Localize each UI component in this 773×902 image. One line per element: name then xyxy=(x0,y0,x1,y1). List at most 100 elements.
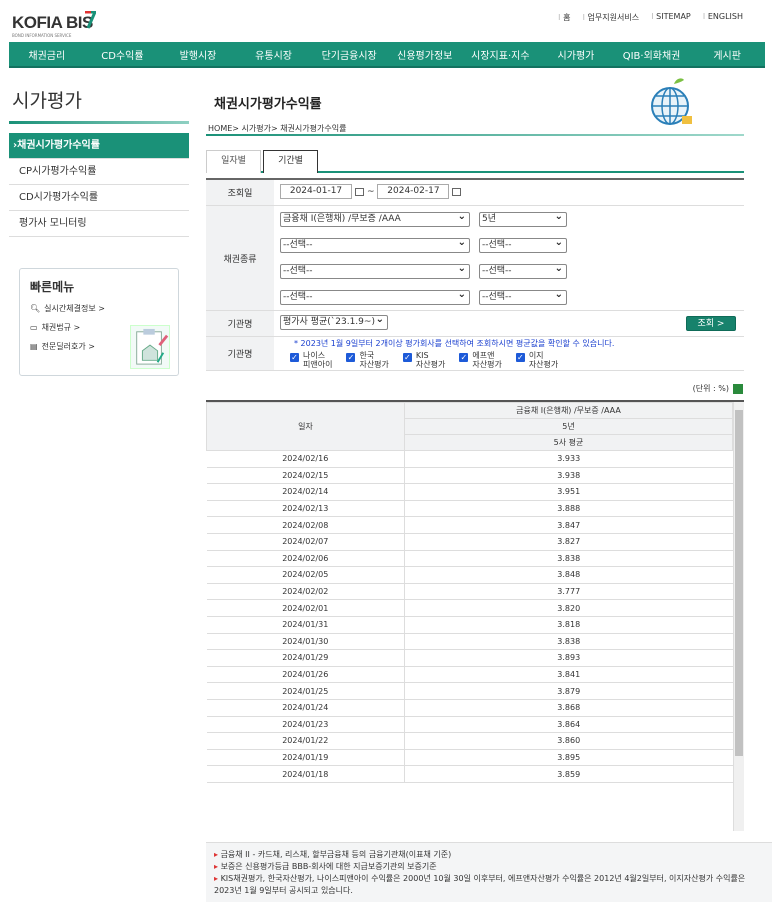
agency-name-line2: 자산평가 xyxy=(415,360,446,369)
yield-table-container: 일자 금융채 I(은행채) /무보증 /AAA 5년 5사 평균 2024/02… xyxy=(206,400,744,831)
agency-label: 기관명 xyxy=(206,311,274,336)
term-select[interactable]: --선택-- xyxy=(479,288,567,305)
tab-period[interactable]: 기간별 xyxy=(263,150,318,173)
quick-menu-title: 빠른메뉴 xyxy=(30,280,75,294)
checkbox-fn[interactable]: ✓ 에프앤 자산평가 xyxy=(459,351,502,369)
gnb-item[interactable]: 유통시장 xyxy=(236,47,312,62)
utility-links: 홈 업무지원서비스 SITEMAP ENGLISH xyxy=(558,12,743,23)
bond-type-select[interactable]: 금융채 I(은행채) /무보증 /AAA xyxy=(280,210,470,227)
search-button[interactable]: 조회 > xyxy=(686,316,736,331)
quick-menu: 빠른메뉴 🔍︎ 실시간체결정보 > ▭ 채권법규 > ▤ 전문딜러호가 > xyxy=(19,268,179,376)
cell-date: 2024/01/19 xyxy=(206,749,405,767)
table-row: 2024/01/18 3.859 xyxy=(206,765,733,783)
bond-type-select[interactable]: --선택-- xyxy=(280,288,470,305)
clipboard-illustration-icon xyxy=(130,325,170,369)
quick-link-label: 전문딜러호가 > xyxy=(41,342,95,351)
globe-icon xyxy=(651,78,692,125)
table-scrollbar[interactable] xyxy=(733,402,744,831)
util-link-support[interactable]: 업무지원서비스 xyxy=(582,12,640,23)
gnb-item[interactable]: QIB·외화채권 xyxy=(614,47,690,62)
search-form: 조회일 2024-01-17 ~ 2024-02-17 채권종류 금융채 I(은행… xyxy=(206,178,744,371)
table-row: 2024/02/02 3.777 xyxy=(206,583,733,601)
sidebar-item-bond-yield[interactable]: ›채권시가평가수익률 xyxy=(9,133,189,159)
cell-yield: 3.864 xyxy=(404,716,733,734)
table-row: 2024/02/06 3.838 xyxy=(206,550,733,568)
cell-yield: 3.841 xyxy=(404,666,733,684)
cell-date: 2024/01/25 xyxy=(206,682,405,700)
gnb-item[interactable]: 게시판 xyxy=(689,47,765,62)
gnb-item[interactable]: 시장지표·지수 xyxy=(463,47,539,62)
bond-type-select[interactable]: --선택-- xyxy=(280,236,470,253)
table-row: 2024/01/24 3.868 xyxy=(206,699,733,717)
sidebar-item-monitoring[interactable]: 평가사 모니터링 xyxy=(9,211,189,237)
checkbox-checked-icon: ✓ xyxy=(346,353,356,362)
cell-yield: 3.859 xyxy=(404,765,733,783)
agency-select-cell: 평가사 평균(`23.1.9~) 조회 > xyxy=(274,311,744,336)
gnb-item[interactable]: 채권금리 xyxy=(9,47,85,62)
cell-date: 2024/02/01 xyxy=(206,599,405,617)
gnb-item[interactable]: 신용평가정보 xyxy=(387,47,463,62)
scrollbar-thumb[interactable] xyxy=(735,410,743,756)
unit-text: (단위 : %) xyxy=(692,384,729,393)
cell-yield: 3.820 xyxy=(404,599,733,617)
cell-date: 2024/01/30 xyxy=(206,633,405,651)
kofia-bis-logo[interactable]: KOFIA BIS BOND INFORMATION SERVICE xyxy=(12,11,102,38)
sidebar-item-cp-yield[interactable]: CP시가평가수익률 xyxy=(9,159,189,185)
cell-yield: 3.838 xyxy=(404,550,733,568)
table-row: 2024/02/05 3.848 xyxy=(206,566,733,584)
checkbox-checked-icon: ✓ xyxy=(459,353,469,362)
cell-date: 2024/02/15 xyxy=(206,467,405,485)
cell-yield: 3.848 xyxy=(404,566,733,584)
agency-name-line2: 자산평가 xyxy=(472,360,502,369)
cell-date: 2024/01/29 xyxy=(206,649,405,667)
gnb-item[interactable]: 단기금융시장 xyxy=(311,47,387,62)
tab-bar: 일자별 기간별 xyxy=(206,150,744,173)
calendar-icon[interactable] xyxy=(355,187,364,196)
gnb-item[interactable]: 시가평가 xyxy=(538,47,614,62)
quick-link-realtime[interactable]: 🔍︎ 실시간체결정보 > xyxy=(30,303,168,314)
cell-date: 2024/01/31 xyxy=(206,616,405,634)
agency-note: * 2023년 1월 9일부터 2개이상 평가회사를 선택하여 조회하시면 평균… xyxy=(294,339,615,348)
table-row: 2024/02/16 3.933 xyxy=(206,450,733,468)
date-from-input[interactable]: 2024-01-17 xyxy=(280,184,352,199)
checkbox-kis[interactable]: ✓ KIS 자산평가 xyxy=(402,351,446,369)
table-row: 2024/01/30 3.838 xyxy=(206,633,733,651)
checkbox-checked-icon: ✓ xyxy=(290,353,299,362)
checkbox-easy[interactable]: ✓ 이지 자산평가 xyxy=(515,351,558,369)
bond-type-select[interactable]: --선택-- xyxy=(280,262,470,279)
cell-date: 2024/02/02 xyxy=(206,583,405,601)
checkbox-checked-icon: ✓ xyxy=(402,353,412,362)
sidebar-item-cd-yield[interactable]: CD시가평가수익률 xyxy=(9,185,189,211)
cell-yield: 3.827 xyxy=(404,533,733,551)
term-select[interactable]: 5년 xyxy=(479,210,567,227)
tab-daily[interactable]: 일자별 xyxy=(206,150,261,173)
gnb-item[interactable]: CD수익률 xyxy=(85,47,161,62)
agency-checkbox-row: 기관명 * 2023년 1월 9일부터 2개이상 평가회사를 선택하여 조회하시… xyxy=(206,337,744,371)
date-label: 조회일 xyxy=(206,180,274,205)
table-row: 2024/01/22 3.860 xyxy=(206,732,733,750)
gnb-item[interactable]: 발행시장 xyxy=(160,47,236,62)
agency-name-line2: 자산평가 xyxy=(359,360,389,369)
sidebar: 시가평가 ›채권시가평가수익률 CP시가평가수익률 CD시가평가수익률 평가사 … xyxy=(9,72,189,237)
agency-select[interactable]: 평가사 평균(`23.1.9~) xyxy=(280,313,388,330)
bond-type-row: 채권종류 금융채 I(은행채) /무보증 /AAA5년 --선택----선택--… xyxy=(206,206,744,311)
checkbox-nice[interactable]: ✓ 나이스 피앤아이 xyxy=(290,351,332,369)
date-to-input[interactable]: 2024-02-17 xyxy=(377,184,450,199)
util-link-sitemap[interactable]: SITEMAP xyxy=(651,12,691,23)
term-select[interactable]: --선택-- xyxy=(479,262,567,279)
col-term-header: 5년 xyxy=(404,418,733,435)
table-row: 2024/01/31 3.818 xyxy=(206,616,733,634)
cell-date: 2024/02/16 xyxy=(206,450,405,468)
bond-select-row: --선택-- --선택-- xyxy=(280,258,738,284)
col-avg-header: 5사 평균 xyxy=(404,434,733,451)
util-link-home[interactable]: 홈 xyxy=(558,12,570,23)
term-select[interactable]: --선택-- xyxy=(479,236,567,253)
util-link-english[interactable]: ENGLISH xyxy=(703,12,743,23)
footnote: 금융채 II - 카드채, 리스채, 할부금융채 등의 금융기관채(이표채 기준… xyxy=(214,849,764,861)
excel-download-icon[interactable] xyxy=(733,383,743,394)
calendar-icon[interactable] xyxy=(452,187,462,196)
cell-date: 2024/01/18 xyxy=(206,765,405,783)
cell-yield: 3.895 xyxy=(404,749,733,767)
bond-select-row: --선택-- --선택-- xyxy=(280,232,738,258)
checkbox-korea[interactable]: ✓ 한국 자산평가 xyxy=(346,351,389,369)
